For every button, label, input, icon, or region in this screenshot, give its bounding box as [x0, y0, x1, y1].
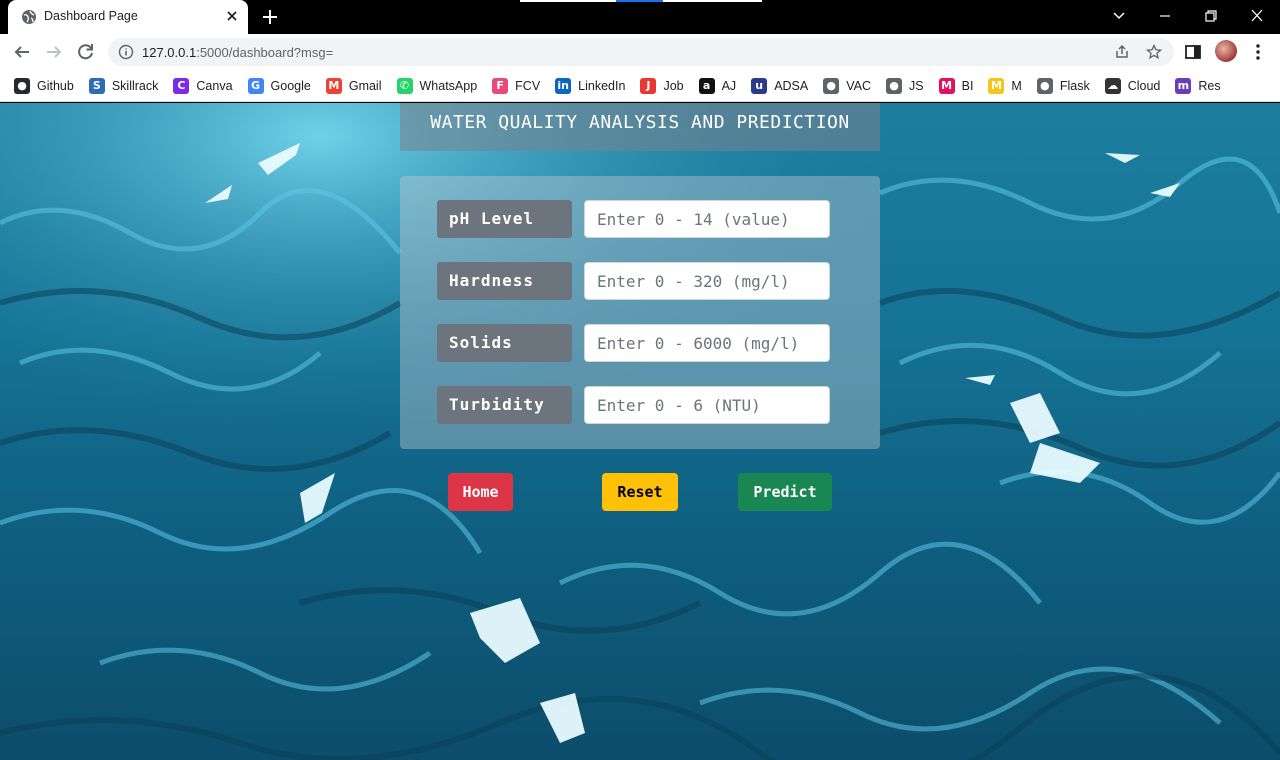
globe-icon: ●	[823, 77, 840, 94]
bookmark-item[interactable]: in LinkedIn	[555, 74, 625, 98]
bookmark-label: Canva	[196, 78, 233, 93]
bookmark-item[interactable]: ✆ WhatsApp	[396, 74, 478, 98]
job-icon: J	[640, 77, 657, 94]
bookmark-label: Job	[663, 78, 684, 93]
tab-strip-highlight-blue	[616, 0, 663, 2]
amazon-icon: a	[698, 77, 715, 94]
bookmark-item[interactable]: u ADSA	[751, 74, 808, 98]
bookmark-item[interactable]: C Canva	[173, 74, 233, 98]
bookmark-item[interactable]: S Skillrack	[88, 74, 159, 98]
reload-icon[interactable]	[76, 42, 96, 62]
close-icon[interactable]	[224, 8, 240, 24]
window-close-icon[interactable]	[1246, 6, 1268, 26]
bookmark-label: LinkedIn	[578, 78, 626, 93]
solids-label: Solids	[437, 324, 572, 362]
browser-toolbar: 127.0.0.1:5000/dashboard?msg=	[0, 34, 1280, 70]
bookmark-label: Google	[270, 78, 311, 93]
turbidity-label: Turbidity	[437, 386, 572, 424]
new-tab-icon[interactable]	[261, 8, 279, 26]
site-info-icon[interactable]	[118, 44, 134, 60]
bookmark-item[interactable]: M BI	[938, 74, 974, 98]
home-button[interactable]: Home	[448, 473, 513, 511]
share-icon[interactable]	[1114, 44, 1130, 60]
bookmark-label: WhatsApp	[419, 78, 478, 93]
gmail-icon: M	[325, 77, 342, 94]
address-bar[interactable]: 127.0.0.1:5000/dashboard?msg=	[108, 38, 1174, 66]
tab-title: Dashboard Page	[44, 9, 138, 23]
solids-input[interactable]	[584, 324, 830, 362]
hardness-label: Hardness	[437, 262, 572, 300]
google-icon: G	[247, 77, 264, 94]
reset-button[interactable]: Reset	[602, 473, 678, 511]
globe-icon: ●	[886, 77, 903, 94]
skillrack-icon: S	[88, 77, 105, 94]
input-form-panel: pH Level Hardness Solids Turbidity	[400, 176, 880, 449]
bookmarks-bar: ● Github S Skillrack C Canva G Google M Gmail ✆ Wha…	[0, 70, 1280, 102]
dashboard-page: WATER QUALITY ANALYSIS AND PREDICTION pH…	[0, 103, 1280, 760]
bookmark-label: Skillrack	[111, 78, 159, 93]
bookmark-label: Gmail	[348, 78, 382, 93]
url-text: 127.0.0.1:5000/dashboard?msg=	[142, 45, 333, 60]
hardness-input[interactable]	[584, 262, 830, 300]
globe-icon	[22, 10, 36, 24]
bookmark-item[interactable]: ● Flask	[1036, 74, 1090, 98]
bookmark-item[interactable]: ☁ Cloud	[1104, 74, 1161, 98]
bookmark-item[interactable]: M Gmail	[325, 74, 382, 98]
bookmark-label: Cloud	[1127, 78, 1161, 93]
side-panel-icon[interactable]	[1183, 42, 1203, 62]
bookmark-item[interactable]: MM	[988, 74, 1022, 98]
bookmark-item[interactable]: ● JS	[886, 74, 924, 98]
bookmark-label: FCV	[515, 78, 541, 93]
page-title: WATER QUALITY ANALYSIS AND PREDICTION	[430, 112, 850, 133]
minimize-icon[interactable]	[1154, 6, 1176, 26]
bookmark-label: Res	[1198, 78, 1221, 93]
bookmark-label: AJ	[721, 78, 737, 93]
forward-icon[interactable]	[44, 42, 64, 62]
bookmark-item[interactable]: J Job	[640, 74, 684, 98]
ph-level-input[interactable]	[584, 200, 830, 238]
menu-kebab-icon[interactable]	[1248, 42, 1268, 62]
profile-avatar[interactable]	[1215, 40, 1237, 62]
restore-icon[interactable]	[1200, 6, 1222, 26]
ADSA-icon: u	[751, 77, 768, 94]
fcv-icon: F	[492, 77, 509, 94]
tab-search-icon[interactable]	[1108, 6, 1130, 26]
bookmark-label: BI	[961, 78, 974, 93]
bookmark-label: Flask	[1059, 78, 1090, 93]
bookmark-item[interactable]: G Google	[247, 74, 311, 98]
bookmark-item[interactable]: ● VAC	[823, 74, 871, 98]
url-host: 127.0.0.1	[142, 45, 197, 60]
bookmark-label: M	[1011, 78, 1022, 93]
bookmark-star-icon[interactable]	[1146, 44, 1162, 60]
canva-icon: C	[173, 77, 190, 94]
tab-strip: Dashboard Page	[0, 0, 1280, 34]
bi-icon: M	[938, 77, 955, 94]
linkedin-icon: in	[555, 77, 572, 94]
title-banner: WATER QUALITY ANALYSIS AND PREDICTION	[400, 103, 880, 151]
bookmark-item[interactable]: a AJ	[698, 74, 737, 98]
github-icon: ●	[14, 77, 30, 94]
predict-button[interactable]: Predict	[738, 473, 832, 511]
m-icon: M	[988, 77, 1005, 94]
bookmark-label: JS	[909, 78, 924, 93]
url-path: :5000/dashboard?msg=	[196, 45, 334, 60]
ph-level-label: pH Level	[437, 200, 572, 238]
turbidity-input[interactable]	[584, 386, 830, 424]
back-icon[interactable]	[12, 42, 32, 62]
bookmark-item[interactable]: m Res	[1175, 74, 1221, 98]
tab-dashboard[interactable]: Dashboard Page	[8, 0, 248, 34]
bookmark-label: ADSA	[774, 78, 809, 93]
res-icon: m	[1175, 77, 1192, 94]
bookmark-item[interactable]: ● Github	[14, 74, 74, 98]
bookmark-label: Github	[37, 78, 74, 93]
bookmark-label: VAC	[846, 78, 872, 93]
bookmark-item[interactable]: F FCV	[492, 74, 540, 98]
cloud-icon: ☁	[1104, 77, 1121, 94]
globe-icon: ●	[1036, 77, 1053, 94]
whatsapp-icon: ✆	[396, 77, 413, 94]
